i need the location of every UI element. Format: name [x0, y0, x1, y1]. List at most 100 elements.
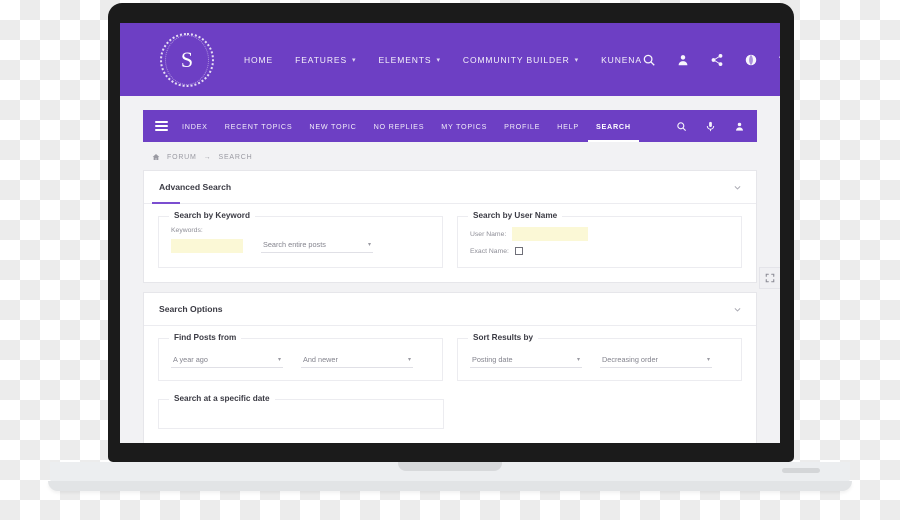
chevron-down-icon: ▾: [574, 56, 580, 64]
chevron-down-icon: ▾: [367, 241, 371, 248]
advanced-search-panel-body: Search by Keyword Keywords: Search entir…: [144, 204, 756, 282]
search-icon[interactable]: [642, 53, 656, 67]
laptop-mockup: S HOME FEATURES ▾ ELEMENTS ▾ COMMUNITY B…: [0, 0, 900, 520]
fullscreen-widget[interactable]: [759, 267, 780, 289]
breadcrumb-item-forum[interactable]: FORUM: [167, 154, 197, 161]
main-nav-item-features[interactable]: FEATURES ▾: [295, 55, 356, 65]
laptop-base-detail: [782, 468, 820, 473]
share-icon[interactable]: [710, 53, 724, 67]
breadcrumb: FORUM → SEARCH: [120, 142, 780, 170]
breadcrumb-separator: →: [203, 153, 212, 161]
breadcrumb-item-search: SEARCH: [218, 153, 253, 161]
forum-nav-item-profile[interactable]: PROFILE: [504, 110, 540, 142]
keyword-row: Search entire posts ▾: [171, 238, 430, 253]
exact-name-row: Exact Name:: [470, 247, 729, 255]
forum-nav-item-my-topics[interactable]: MY TOPICS: [441, 110, 487, 142]
main-nav-item-kunena[interactable]: KUNENA: [601, 55, 642, 65]
sort-results-by-fieldset: Sort Results by Posting date ▾ Decreasin…: [457, 333, 742, 381]
forum-nav-item-index[interactable]: INDEX: [182, 110, 208, 142]
keywords-label: Keywords:: [171, 227, 203, 234]
search-specific-date-fieldset: Search at a specific date: [158, 394, 444, 429]
user-icon[interactable]: [676, 53, 690, 67]
browser-viewport: S HOME FEATURES ▾ ELEMENTS ▾ COMMUNITY B…: [120, 23, 780, 443]
main-nav-item-community-builder[interactable]: COMMUNITY BUILDER ▾: [463, 55, 579, 65]
find-posts-time-select[interactable]: A year ago ▾: [171, 353, 283, 368]
specific-date-spacer: [458, 399, 742, 429]
search-options-panel-header[interactable]: Search Options: [144, 293, 756, 326]
search-options-panel-body: Find Posts from A year ago ▾ And newer ▾: [144, 326, 756, 395]
username-input[interactable]: [512, 227, 589, 241]
exact-name-checkbox[interactable]: [514, 247, 523, 255]
chevron-down-icon: ▾: [576, 356, 580, 363]
search-icon[interactable]: [676, 121, 687, 132]
hamburger-icon[interactable]: [155, 119, 168, 134]
find-posts-from-fieldset: Find Posts from A year ago ▾ And newer ▾: [158, 333, 443, 381]
search-options-panel: Search Options Find Posts from A year ag…: [143, 292, 757, 443]
username-label: User Name:: [470, 230, 507, 238]
globe-icon[interactable]: [744, 53, 758, 67]
advanced-search-panel: Advanced Search Search by Keyword Keywor…: [143, 170, 757, 283]
forum-navigation: INDEX RECENT TOPICS NEW TOPIC NO REPLIES…: [143, 110, 757, 142]
home-icon[interactable]: [152, 153, 160, 161]
main-nav-label: FEATURES: [295, 54, 348, 65]
search-specific-date-legend: Search at a specific date: [169, 394, 275, 403]
logo-letter: S: [180, 46, 194, 72]
find-posts-direction-select[interactable]: And newer ▾: [301, 353, 413, 368]
chevron-down-icon: ▾: [407, 356, 411, 363]
main-nav-label: KUNENA: [601, 54, 642, 65]
search-by-username-legend: Search by User Name: [468, 211, 563, 220]
forum-nav-item-no-replies[interactable]: NO REPLIES: [374, 110, 425, 142]
forum-nav-wrapper: INDEX RECENT TOPICS NEW TOPIC NO REPLIES…: [120, 96, 780, 142]
specific-date-body: Search at a specific date: [144, 394, 756, 443]
find-posts-from-legend: Find Posts from: [169, 333, 242, 342]
sort-order-value: Decreasing order: [602, 354, 658, 364]
main-nav-item-elements[interactable]: ELEMENTS ▾: [378, 55, 440, 65]
microphone-icon[interactable]: [705, 121, 716, 132]
forum-icon-group: [676, 121, 745, 132]
forum-nav-item-help[interactable]: HELP: [557, 110, 579, 142]
site-header: S HOME FEATURES ▾ ELEMENTS ▾ COMMUNITY B…: [120, 23, 780, 96]
sort-results-row: Posting date ▾ Decreasing order ▾: [470, 353, 729, 368]
search-by-username-fieldset: Search by User Name User Name: Exact Nam…: [457, 211, 742, 268]
menu-icon[interactable]: [778, 53, 780, 67]
user-icon[interactable]: [734, 121, 745, 132]
main-nav-label: ELEMENTS: [378, 54, 432, 65]
find-posts-row: A year ago ▾ And newer ▾: [171, 353, 430, 368]
page-title: Advanced Search: [159, 182, 232, 192]
laptop-trackpad-notch: [398, 462, 502, 471]
find-posts-direction-value: And newer: [303, 354, 338, 364]
main-nav-label: COMMUNITY BUILDER: [462, 54, 570, 65]
sort-field-select[interactable]: Posting date ▾: [470, 353, 582, 368]
forum-nav-item-new-topic[interactable]: NEW TOPIC: [309, 110, 356, 142]
page-content: Advanced Search Search by Keyword Keywor…: [120, 170, 780, 443]
laptop-base-lip: [48, 481, 852, 491]
header-icon-group: [642, 53, 780, 67]
forum-nav-item-recent-topics[interactable]: RECENT TOPICS: [225, 110, 293, 142]
exact-name-label: Exact Name:: [470, 247, 509, 255]
forum-nav-item-search[interactable]: SEARCH: [587, 110, 639, 142]
chevron-down-icon: ▾: [706, 356, 710, 363]
chevron-down-icon: ▾: [277, 356, 281, 363]
sort-order-select[interactable]: Decreasing order ▾: [600, 353, 712, 368]
chevron-down-icon[interactable]: [733, 305, 742, 314]
sort-field-value: Posting date: [472, 354, 513, 364]
sort-results-by-legend: Sort Results by: [468, 333, 539, 342]
chevron-down-icon: ▾: [352, 56, 357, 64]
search-scope-select[interactable]: Search entire posts ▾: [261, 238, 373, 253]
main-nav-label: HOME: [244, 54, 274, 65]
chevron-down-icon: ▾: [436, 56, 441, 64]
username-row: User Name:: [470, 227, 729, 241]
main-nav-item-home[interactable]: HOME: [244, 55, 273, 65]
fullscreen-icon: [765, 273, 775, 283]
keywords-input[interactable]: [171, 239, 243, 253]
search-by-keyword-fieldset: Search by Keyword Keywords: Search entir…: [158, 211, 443, 268]
main-navigation: HOME FEATURES ▾ ELEMENTS ▾ COMMUNITY BUI…: [244, 55, 642, 65]
forum-nav-links: INDEX RECENT TOPICS NEW TOPIC NO REPLIES…: [182, 110, 639, 142]
search-scope-value: Search entire posts: [263, 239, 326, 249]
chevron-down-icon[interactable]: [733, 183, 742, 192]
find-posts-time-value: A year ago: [173, 354, 208, 364]
search-by-keyword-legend: Search by Keyword: [169, 211, 255, 220]
advanced-search-panel-header[interactable]: Advanced Search: [144, 171, 756, 204]
site-logo[interactable]: S: [158, 31, 216, 89]
search-options-title: Search Options: [159, 304, 223, 314]
